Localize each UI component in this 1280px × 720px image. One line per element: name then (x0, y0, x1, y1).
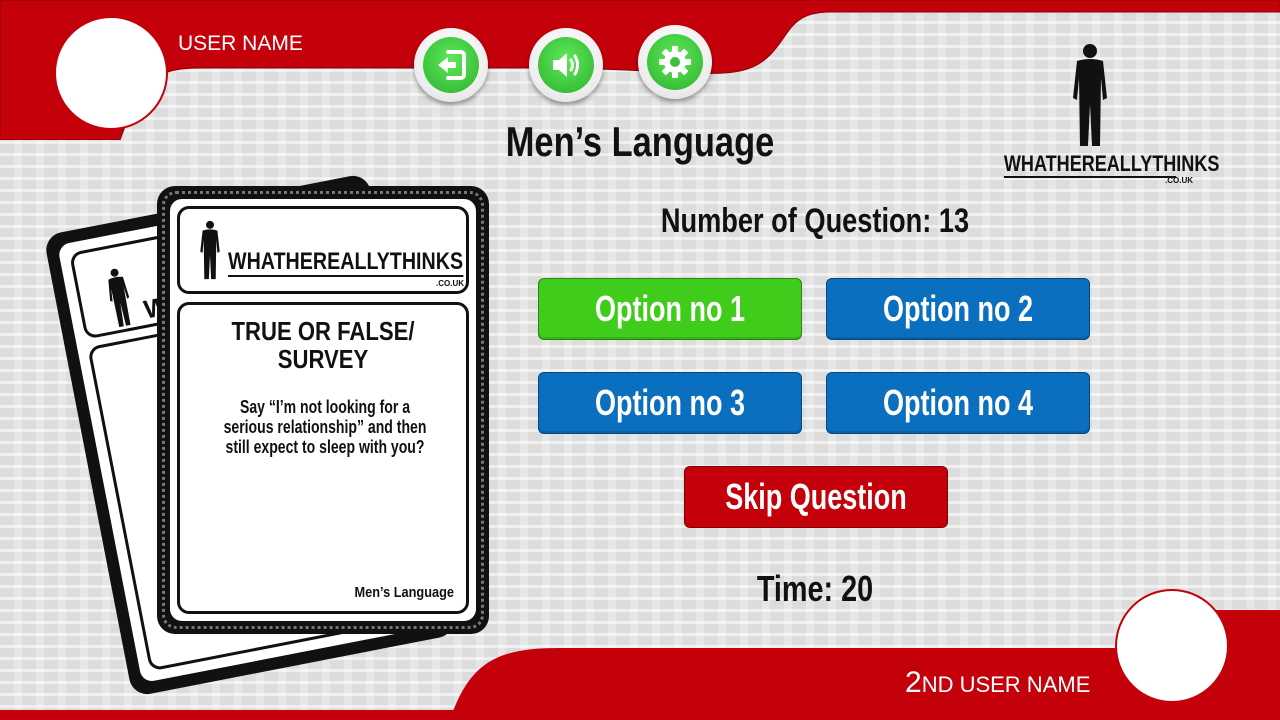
exit-icon (438, 50, 466, 80)
exit-button[interactable] (414, 28, 488, 102)
man-silhouette-icon (1073, 44, 1107, 146)
sound-button[interactable] (529, 28, 603, 102)
player-2-name: 2ND USER NAME (905, 666, 1090, 700)
skip-question-button[interactable]: Skip Question (684, 466, 948, 528)
skip-question-label: Skip Question (725, 476, 907, 517)
card-header: WHATHEREALLYTHINKS .CO.UK (177, 206, 469, 294)
card-brand-domain: .CO.UK (436, 279, 464, 288)
player-2-label: ND USER NAME (921, 672, 1091, 697)
man-silhouette-icon (108, 268, 131, 328)
player-1-avatar[interactable] (54, 16, 168, 130)
timer: Time: 20 (756, 568, 874, 609)
brand-name: WHATHEREALLYTHINKS (1003, 151, 1220, 178)
player-1-name: USER NAME (178, 32, 303, 55)
option-1-label: Option no 1 (595, 288, 745, 329)
option-1-button[interactable]: Option no 1 (538, 278, 802, 340)
brand-logo: WHATHEREALLYTHINKS .CO.UK (985, 40, 1220, 185)
question-count: Number of Question: 13 (660, 202, 970, 240)
option-4-label: Option no 4 (883, 382, 1033, 423)
option-4-button[interactable]: Option no 4 (826, 372, 1090, 434)
player-2-rank: 2 (905, 666, 922, 699)
option-3-button[interactable]: Option no 3 (538, 372, 802, 434)
sound-icon (553, 53, 579, 77)
option-2-label: Option no 2 (883, 288, 1033, 329)
settings-button[interactable] (638, 25, 712, 99)
option-3-label: Option no 3 (595, 382, 745, 423)
page-title: Men’s Language (505, 118, 775, 165)
brand-domain: .CO.UK (1165, 176, 1193, 185)
card-question-text: Say “I’m not looking for a serious relat… (223, 397, 427, 457)
man-silhouette-icon (200, 220, 220, 280)
player-2-avatar[interactable] (1115, 589, 1229, 703)
option-2-button[interactable]: Option no 2 (826, 278, 1090, 340)
question-card: WHATHEREALLYTHINKS .CO.UK TRUE OR FALSE/… (157, 186, 489, 634)
card-question-type: TRUE OR FALSE/ SURVEY (231, 316, 415, 374)
card-category: Men’s Language (354, 584, 454, 601)
card-body: TRUE OR FALSE/ SURVEY Say “I’m not looki… (177, 302, 469, 614)
gear-icon (659, 46, 691, 78)
card-brand-name: WHATHEREALLYTHINKS (228, 248, 464, 277)
